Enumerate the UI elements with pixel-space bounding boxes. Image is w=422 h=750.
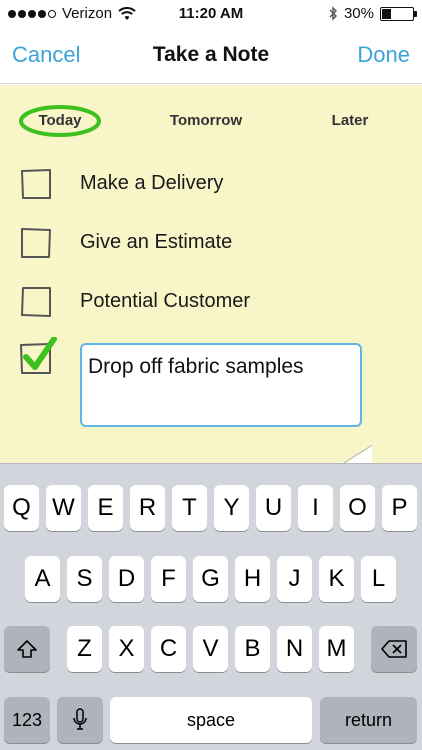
date-tabs: Today Tomorrow Later (0, 103, 422, 139)
checkbox-empty-icon[interactable] (20, 227, 52, 259)
dictation-key[interactable] (57, 697, 103, 743)
battery-icon (380, 6, 417, 21)
key-t[interactable]: T (172, 485, 207, 531)
key-r[interactable]: R (130, 485, 165, 531)
battery-percent: 30% (343, 5, 374, 22)
task-item[interactable]: Potential Customer (0, 282, 422, 322)
numbers-key[interactable]: 123 (4, 697, 50, 743)
shift-key[interactable] (4, 626, 50, 672)
task-edit-input[interactable]: Drop off fabric samples (80, 343, 362, 427)
page-curl-icon (342, 443, 372, 463)
key-g[interactable]: G (193, 556, 228, 602)
backspace-icon (381, 640, 407, 658)
key-w[interactable]: W (46, 485, 81, 531)
keyboard: Q W E R T Y U I O P A S D F G H J K L Z … (0, 463, 422, 750)
space-key[interactable]: space (110, 697, 312, 743)
checkbox-empty-icon[interactable] (20, 286, 52, 318)
shift-icon (17, 640, 37, 658)
key-e[interactable]: E (88, 485, 123, 531)
done-button[interactable]: Done (357, 42, 410, 68)
key-o[interactable]: O (340, 485, 375, 531)
key-j[interactable]: J (277, 556, 312, 602)
key-k[interactable]: K (319, 556, 354, 602)
key-u[interactable]: U (256, 485, 291, 531)
bluetooth-icon (329, 6, 337, 21)
key-x[interactable]: X (109, 626, 144, 672)
key-m[interactable]: M (319, 626, 354, 672)
note-area: Today Tomorrow Later Make a Delivery Giv… (0, 85, 422, 463)
key-l[interactable]: L (361, 556, 396, 602)
task-item[interactable]: Make a Delivery (0, 164, 422, 204)
key-d[interactable]: D (109, 556, 144, 602)
checkbox-checked-icon[interactable] (18, 337, 58, 377)
key-b[interactable]: B (235, 626, 270, 672)
tab-today[interactable]: Today (18, 103, 102, 139)
status-right: 30% (328, 5, 417, 22)
key-z[interactable]: Z (67, 626, 102, 672)
return-key[interactable]: return (320, 697, 417, 743)
battery-level (382, 8, 391, 19)
checkbox-empty-icon[interactable] (20, 168, 52, 200)
tab-today-label: Today (38, 112, 82, 129)
key-a[interactable]: A (25, 556, 60, 602)
key-i[interactable]: I (298, 485, 333, 531)
key-y[interactable]: Y (214, 485, 249, 531)
key-f[interactable]: F (151, 556, 186, 602)
delete-key[interactable] (371, 626, 417, 672)
cancel-button[interactable]: Cancel (12, 42, 80, 68)
key-s[interactable]: S (67, 556, 102, 602)
task-label: Potential Customer (80, 290, 251, 312)
microphone-icon (73, 708, 87, 730)
task-label: Give an Estimate (80, 231, 233, 253)
key-p[interactable]: P (382, 485, 417, 531)
tab-later[interactable]: Later (318, 103, 382, 139)
task-item[interactable]: Give an Estimate (0, 223, 422, 263)
key-n[interactable]: N (277, 626, 312, 672)
key-c[interactable]: C (151, 626, 186, 672)
task-label: Make a Delivery (80, 172, 224, 194)
status-bar: Verizon 11:20 AM 30% (0, 0, 422, 28)
key-v[interactable]: V (193, 626, 228, 672)
key-q[interactable]: Q (4, 485, 39, 531)
navigation-bar: Cancel Take a Note Done (0, 28, 422, 84)
key-h[interactable]: H (235, 556, 270, 602)
tab-tomorrow[interactable]: Tomorrow (160, 103, 252, 139)
